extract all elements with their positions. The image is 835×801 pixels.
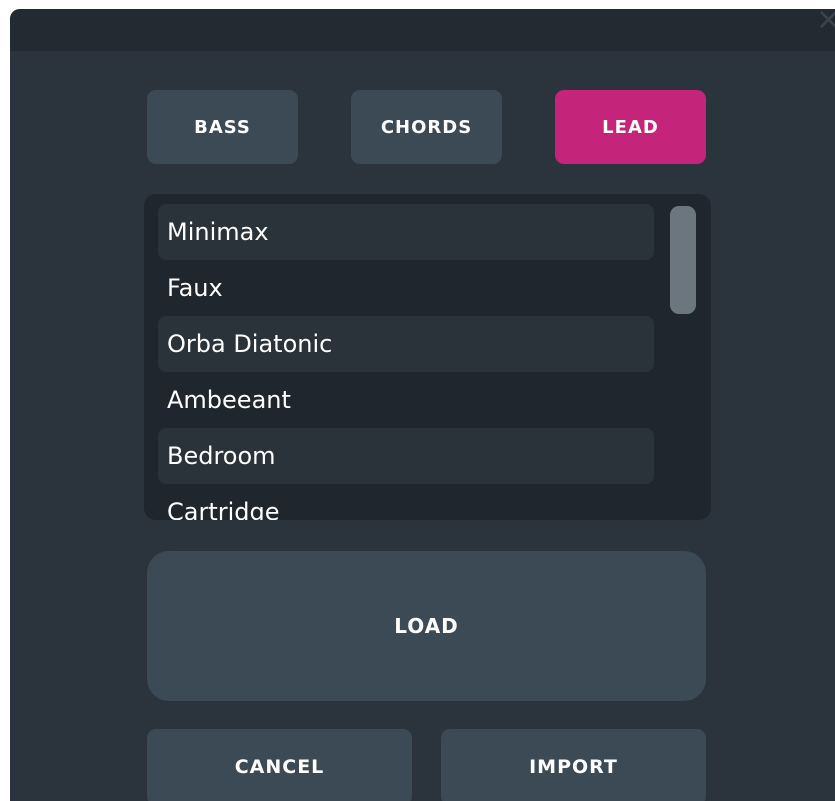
list-item-minimax[interactable]: Minimax — [158, 204, 654, 260]
preset-list[interactable]: Minimax Faux Orba Diatonic Ambeeant Bedr… — [144, 194, 711, 520]
list-item-bedroom[interactable]: Bedroom — [158, 428, 654, 484]
list-item-cartridge[interactable]: Cartridge — [158, 484, 654, 520]
list-item-ambeeant[interactable]: Ambeeant — [158, 372, 654, 428]
import-button[interactable]: IMPORT — [441, 729, 706, 801]
close-icon[interactable]: × — [816, 9, 835, 35]
list-scrollbar[interactable] — [670, 206, 696, 314]
tab-bass[interactable]: BASS — [147, 90, 298, 164]
cancel-button[interactable]: CANCEL — [147, 729, 412, 801]
list-item-orba-diatonic[interactable]: Orba Diatonic — [158, 316, 654, 372]
tab-chords[interactable]: CHORDS — [351, 90, 502, 164]
list-item-faux[interactable]: Faux — [158, 260, 654, 316]
preset-dialog: × BASS CHORDS LEAD Minimax Faux Orba Dia… — [10, 9, 835, 801]
load-button[interactable]: LOAD — [147, 551, 706, 701]
dialog-titlebar: × — [10, 9, 835, 51]
tab-lead[interactable]: LEAD — [555, 90, 706, 164]
